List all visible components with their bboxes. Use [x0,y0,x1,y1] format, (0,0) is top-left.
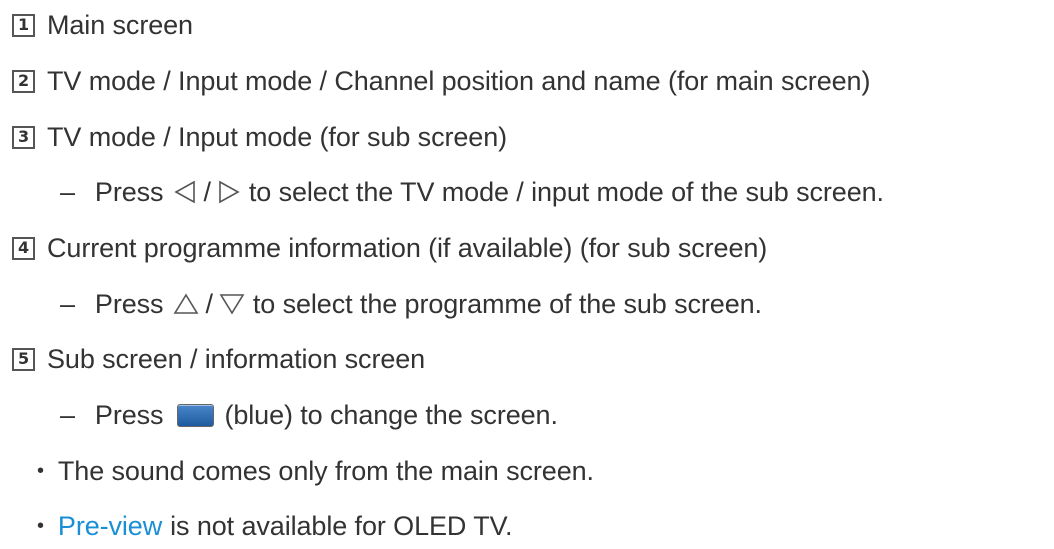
item-text: Current programme information (if availa… [47,232,768,263]
blue-button-icon [177,403,215,427]
item-text: TV mode / Input mode / Channel position … [47,65,871,96]
item-main-screen: 1 Main screen [0,6,193,44]
bullet-icon: • [37,514,44,537]
bullet-icon: • [37,459,44,482]
item-programme-info: 4 Current programme information (if avai… [0,229,767,267]
dash: – [60,288,75,319]
bullet-preview: • Pre-view is not available for OLED TV. [0,507,513,545]
right-triangle-icon [219,180,240,204]
number-badge: 4 [12,236,35,260]
bullet-text: is not available for OLED TV. [170,510,513,541]
subnote-text: (blue) to change the screen. [224,399,558,430]
item-sub-screen: 5 Sub screen / information screen [0,340,425,378]
item-text: Sub screen / information screen [47,343,426,374]
subnote-text: to select the programme of the sub scree… [252,288,762,319]
item-text: Main screen [47,9,193,40]
number-badge: 2 [12,69,35,93]
slash: / [205,288,213,319]
number-badge: 3 [12,125,35,149]
up-triangle-icon [174,293,199,314]
slash: / [203,176,211,207]
subnote-up-down: – Press / to select the programme of the… [0,285,762,323]
dash: – [60,399,75,430]
press-label: Press [94,399,164,430]
press-label: Press [94,176,164,207]
item-text: TV mode / Input mode (for sub screen) [47,121,508,152]
press-label: Press [94,288,164,319]
subnote-blue: – Press (blue) to change the screen. [0,396,558,434]
pre-view-link[interactable]: Pre-view [58,511,162,542]
dash: – [60,176,75,207]
subnote-left-right: – Press / to select the TV mode / input … [0,173,884,211]
bullet-sound: • The sound comes only from the main scr… [0,452,594,490]
number-badge: 1 [12,13,35,37]
left-triangle-icon [174,180,196,204]
subnote-text: to select the TV mode / input mode of th… [248,176,884,207]
down-triangle-icon [219,294,245,315]
item-tv-mode-sub: 3 TV mode / Input mode (for sub screen) [0,118,507,156]
item-tv-mode-main: 2 TV mode / Input mode / Channel positio… [0,62,870,100]
bullet-text: The sound comes only from the main scree… [57,455,594,486]
number-badge: 5 [12,347,35,371]
